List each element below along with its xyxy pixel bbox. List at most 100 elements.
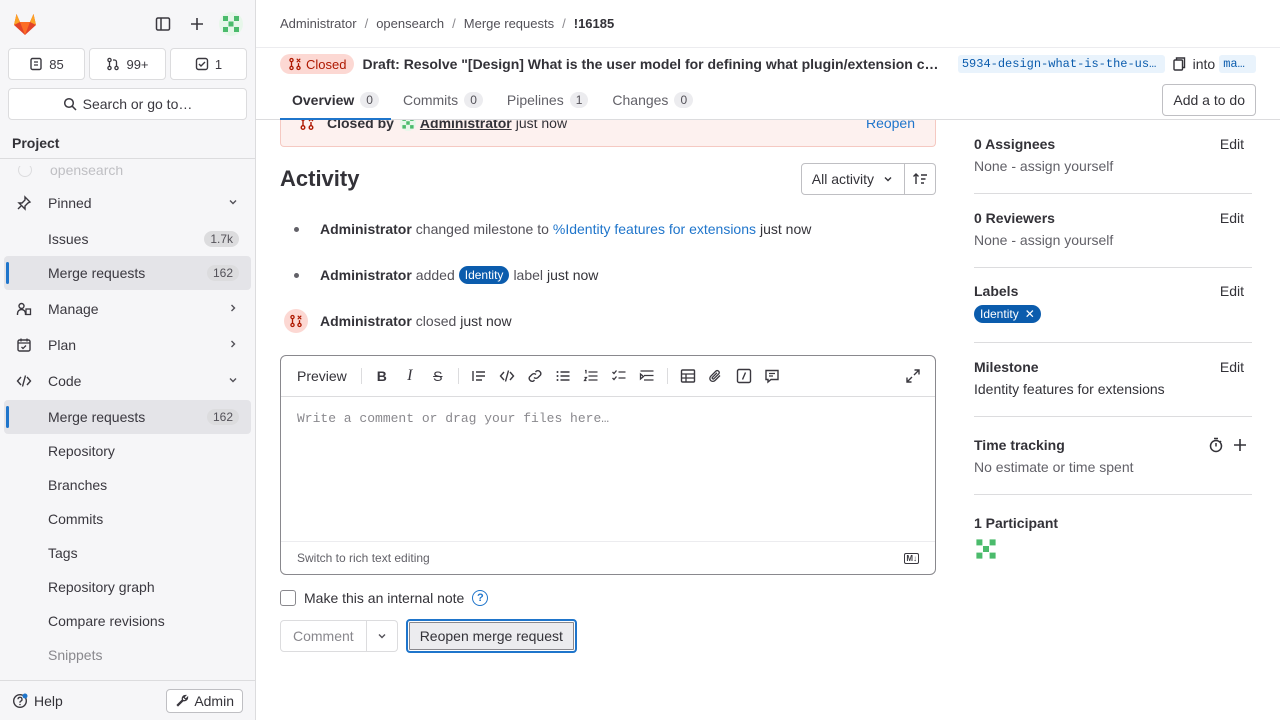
bold-icon[interactable]: B — [368, 362, 396, 390]
comment-textarea[interactable]: Write a comment or drag your files here… — [281, 397, 935, 541]
plus-icon[interactable] — [1232, 437, 1248, 453]
todos-counter[interactable]: 1 — [170, 48, 247, 80]
comment-button[interactable]: Comment — [280, 620, 367, 652]
internal-note-label[interactable]: Make this an internal note — [304, 590, 464, 606]
internal-note-checkbox[interactable] — [280, 590, 296, 606]
sidebar-item-plan[interactable]: Plan — [4, 328, 251, 362]
labels-edit-button[interactable]: Edit — [1220, 283, 1244, 299]
sidebar-item-merge-requests-pinned[interactable]: Merge requests 162 — [4, 256, 251, 290]
merge-requests-counter[interactable]: 99+ — [89, 48, 166, 80]
editor-toolbar: Preview B I S — [281, 356, 935, 397]
table-icon[interactable] — [674, 362, 702, 390]
activity-note: Administrator closed just now — [280, 309, 936, 333]
breadcrumb-merge-requests[interactable]: Merge requests — [464, 16, 554, 31]
task-list-icon[interactable] — [605, 362, 633, 390]
milestone-edit-button[interactable]: Edit — [1220, 359, 1244, 375]
code-icon[interactable] — [493, 362, 521, 390]
fullscreen-icon[interactable] — [899, 362, 927, 390]
gitlab-logo-icon[interactable] — [12, 11, 38, 37]
reviewers-section: 0 Reviewers Edit None - assign yourself — [974, 210, 1252, 268]
quote-icon[interactable] — [465, 362, 493, 390]
issues-counter[interactable]: 85 — [8, 48, 85, 80]
assign-yourself-reviewer-link[interactable]: None - assign yourself — [974, 232, 1252, 248]
collapsible-section-icon[interactable] — [633, 362, 661, 390]
participants-section: 1 Participant — [974, 515, 1252, 575]
sidebar-item-repository[interactable]: Repository — [4, 434, 251, 468]
note-user[interactable]: Administrator — [320, 267, 412, 283]
sort-icon — [913, 173, 927, 184]
italic-icon[interactable]: I — [396, 362, 424, 390]
sidebar-item-compare-revisions[interactable]: Compare revisions — [4, 604, 251, 638]
into-label: into — [1192, 56, 1216, 72]
sidebar-item-faded-project[interactable]: opensearch — [4, 166, 251, 182]
activity-filter-dropdown[interactable]: All activity — [800, 163, 905, 195]
time-tracking-section: Time tracking No estimate or time spent — [974, 437, 1252, 495]
admin-button[interactable]: Admin — [166, 688, 243, 713]
user-avatar[interactable] — [219, 12, 243, 36]
breadcrumb-current[interactable]: !16185 — [574, 16, 614, 31]
chevron-right-icon — [227, 337, 239, 353]
activity-note: Administrator added Identity label just … — [280, 266, 936, 284]
tab-commits[interactable]: Commits 0 — [391, 80, 495, 120]
link-icon[interactable] — [521, 362, 549, 390]
stopwatch-icon[interactable] — [1208, 437, 1224, 453]
sidebar-bottom: Help Admin — [0, 680, 255, 720]
tab-changes[interactable]: Changes 0 — [600, 80, 705, 120]
strikethrough-icon[interactable]: S — [424, 362, 452, 390]
sidebar-item-manage[interactable]: Manage — [4, 292, 251, 326]
bullet-list-icon[interactable] — [549, 362, 577, 390]
activity-heading: Activity — [280, 166, 360, 191]
switch-rich-text-link[interactable]: Switch to rich text editing — [297, 551, 430, 565]
label-chip[interactable]: Identity ✕ — [974, 305, 1041, 323]
milestone-link[interactable]: Identity features for extensions — [974, 381, 1252, 397]
toggle-sidebar-icon[interactable] — [151, 12, 175, 36]
mr-sticky-header: Closed Draft: Resolve "[Design] What is … — [256, 48, 1280, 120]
internal-note-row: Make this an internal note ? — [280, 590, 489, 606]
question-icon[interactable]: ? — [472, 590, 489, 606]
source-branch[interactable]: 5934-design-what-is-the-user-model-for-d… — [957, 55, 1165, 73]
help-button[interactable]: Help — [12, 693, 63, 709]
issues-badge: 1.7k — [204, 231, 239, 247]
comment-options-dropdown[interactable] — [366, 620, 398, 652]
note-user[interactable]: Administrator — [320, 313, 412, 329]
sidebar-item-repository-graph[interactable]: Repository graph — [4, 570, 251, 604]
reviewers-edit-button[interactable]: Edit — [1220, 210, 1244, 226]
label-chip[interactable]: Identity — [458, 266, 510, 284]
note-time: just now — [460, 313, 512, 329]
tab-overview[interactable]: Overview 0 — [280, 80, 391, 120]
reopen-merge-request-button[interactable]: Reopen merge request — [405, 619, 577, 653]
code-icon — [16, 373, 36, 389]
sidebar: 85 99+ 1 Search or go to… Project opense… — [0, 0, 256, 720]
chevron-down-icon — [378, 634, 386, 639]
milestone-link[interactable]: %Identity features for extensions — [553, 221, 756, 237]
plus-icon[interactable] — [185, 12, 209, 36]
sidebar-item-branches[interactable]: Branches — [4, 468, 251, 502]
mr-code-badge: 162 — [206, 409, 239, 425]
participant-avatar[interactable] — [974, 537, 998, 561]
numbered-list-icon[interactable] — [577, 362, 605, 390]
sidebar-item-tags[interactable]: Tags — [4, 536, 251, 570]
search-button[interactable]: Search or go to… — [8, 88, 247, 120]
sidebar-item-snippets[interactable]: Snippets — [4, 638, 251, 672]
sidebar-item-merge-requests[interactable]: Merge requests 162 — [4, 400, 251, 434]
sidebar-item-pinned[interactable]: Pinned — [4, 186, 251, 220]
target-branch[interactable]: main — [1219, 55, 1256, 73]
preview-button[interactable]: Preview — [289, 368, 355, 384]
slash-command-icon[interactable] — [730, 362, 758, 390]
comment-template-icon[interactable] — [758, 362, 786, 390]
tab-pipelines[interactable]: Pipelines 1 — [495, 80, 601, 120]
sort-direction-button[interactable] — [905, 163, 936, 195]
sidebar-item-issues[interactable]: Issues 1.7k — [4, 222, 251, 256]
add-todo-button[interactable]: Add a to do — [1162, 84, 1256, 116]
sidebar-item-code[interactable]: Code — [4, 364, 251, 398]
note-user[interactable]: Administrator — [320, 221, 412, 237]
breadcrumb-project[interactable]: opensearch — [376, 16, 444, 31]
breadcrumb-admin[interactable]: Administrator — [280, 16, 357, 31]
assign-yourself-link[interactable]: None - assign yourself — [974, 158, 1252, 174]
sidebar-item-commits[interactable]: Commits — [4, 502, 251, 536]
assignees-edit-button[interactable]: Edit — [1220, 136, 1244, 152]
sidebar-top — [0, 0, 255, 48]
attachment-icon[interactable] — [702, 362, 730, 390]
remove-label-icon[interactable]: ✕ — [1025, 307, 1035, 321]
copy-icon[interactable] — [1171, 56, 1187, 72]
